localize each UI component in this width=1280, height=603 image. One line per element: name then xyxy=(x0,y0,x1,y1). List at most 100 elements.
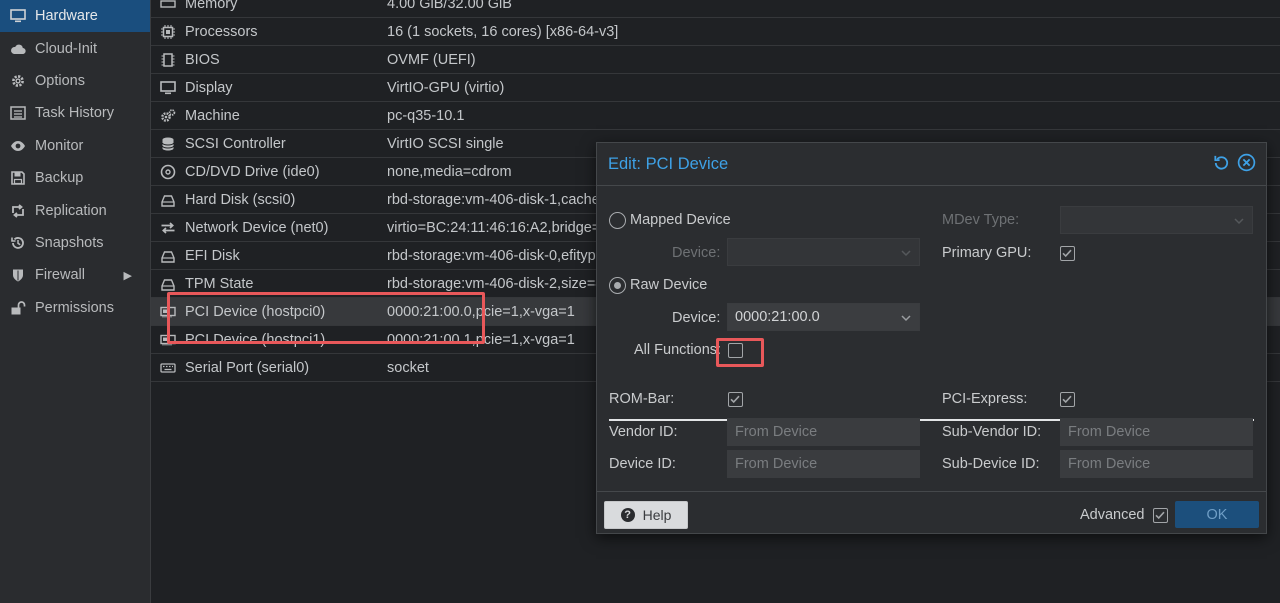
device-id-label: Device ID: xyxy=(609,456,676,472)
vendor-id-input[interactable]: From Device xyxy=(727,418,920,446)
ok-button[interactable]: OK xyxy=(1175,501,1259,528)
dialog-tools xyxy=(1212,153,1256,176)
mdev-type-label: MDev Type: xyxy=(942,212,1020,228)
sidebar-item-monitor[interactable]: Monitor xyxy=(0,130,150,162)
sidebar-item-options[interactable]: Options xyxy=(0,65,150,97)
monitor-icon xyxy=(9,8,27,24)
mapped-device-select[interactable] xyxy=(727,238,920,266)
floppy-icon xyxy=(9,170,27,186)
sidebar-item-label: Replication xyxy=(35,202,107,219)
hardware-row-name: BIOS xyxy=(185,51,220,68)
harddisk-icon xyxy=(151,192,185,208)
retweet-icon xyxy=(9,203,27,219)
cpu-icon xyxy=(151,24,185,40)
hardware-row-name: Machine xyxy=(185,107,240,124)
help-button-label: Help xyxy=(642,507,672,523)
sidebar-item-cloud-init[interactable]: Cloud-Init xyxy=(0,32,150,64)
hardware-row-name: Processors xyxy=(185,23,258,40)
vendor-id-label: Vendor ID: xyxy=(609,424,678,440)
hardware-row-name: SCSI Controller xyxy=(185,135,286,152)
eye-icon xyxy=(9,138,27,154)
sidebar-item-label: Permissions xyxy=(35,299,114,316)
hardware-row-bios[interactable]: BIOS OVMF (UEFI) xyxy=(151,46,1280,74)
hardware-row-value: OVMF (UEFI) xyxy=(387,51,476,68)
sidebar-item-firewall[interactable]: Firewall ▶ xyxy=(0,259,150,291)
hardware-row-name: Memory xyxy=(185,0,238,12)
sidebar-item-permissions[interactable]: Permissions xyxy=(0,292,150,324)
sidebar-item-label: Task History xyxy=(35,105,114,122)
reset-icon[interactable] xyxy=(1212,153,1231,176)
hardware-row-value: socket xyxy=(387,359,429,376)
sidebar-item-backup[interactable]: Backup xyxy=(0,162,150,194)
primary-gpu-label: Primary GPU: xyxy=(942,245,1032,261)
disc-icon xyxy=(151,164,185,180)
question-icon: ? xyxy=(620,508,635,522)
help-button[interactable]: ? Help xyxy=(604,501,688,529)
sub-vendor-id-label: Sub-Vendor ID: xyxy=(942,424,1042,440)
all-functions-highlight xyxy=(716,338,764,367)
sub-device-id-label: Sub-Device ID: xyxy=(942,456,1040,472)
list-icon xyxy=(9,105,27,121)
raw-device-select[interactable]: 0000:21:00.0 xyxy=(727,303,920,331)
keyboard-icon xyxy=(151,360,185,376)
sidebar-item-label: Cloud-Init xyxy=(35,40,98,57)
sub-device-id-placeholder: From Device xyxy=(1068,456,1151,472)
all-functions-label: All Functions: xyxy=(634,342,722,358)
sidebar-item-label: Backup xyxy=(35,170,84,187)
pci-devices-highlight xyxy=(167,292,485,344)
dialog-title: Edit: PCI Device xyxy=(608,154,729,173)
mdev-type-select[interactable] xyxy=(1060,206,1253,234)
cogs-icon xyxy=(151,108,185,124)
pci-express-checkbox[interactable] xyxy=(1060,392,1075,407)
vendor-id-placeholder: From Device xyxy=(735,424,818,440)
harddisk-icon xyxy=(151,276,185,292)
hardware-row-processors[interactable]: Processors 16 (1 sockets, 16 cores) [x86… xyxy=(151,18,1280,46)
rom-bar-checkbox[interactable] xyxy=(728,392,743,407)
device-id-input[interactable]: From Device xyxy=(727,450,920,478)
submenu-arrow-icon: ▶ xyxy=(123,269,132,282)
rom-bar-label: ROM-Bar: xyxy=(609,391,675,407)
chip-icon xyxy=(151,52,185,68)
sub-device-id-input[interactable]: From Device xyxy=(1060,450,1253,478)
dialog-header: Edit: PCI Device xyxy=(597,143,1266,185)
harddisk-icon xyxy=(151,248,185,264)
hardware-row-value: 4.00 GiB/32.00 GiB xyxy=(387,0,512,12)
edit-pci-device-dialog: Edit: PCI Device Mapped Device Device: M… xyxy=(596,142,1267,534)
hardware-row-value: none,media=cdrom xyxy=(387,163,512,180)
hardware-row-memory[interactable]: Memory 4.00 GiB/32.00 GiB xyxy=(151,0,1280,18)
dialog-footer: ? Help Advanced OK xyxy=(597,493,1266,533)
hardware-row-machine[interactable]: Machine pc-q35-10.1 xyxy=(151,102,1280,130)
sidebar-item-label: Hardware xyxy=(35,8,98,25)
close-icon[interactable] xyxy=(1237,153,1256,176)
hardware-row-name: CD/DVD Drive (ide0) xyxy=(185,163,320,180)
hardware-row-display[interactable]: Display VirtIO-GPU (virtio) xyxy=(151,74,1280,102)
hardware-row-name: TPM State xyxy=(185,275,254,292)
hardware-row-value: pc-q35-10.1 xyxy=(387,107,465,124)
raw-device-radio[interactable] xyxy=(609,277,626,294)
desktop-icon xyxy=(151,80,185,96)
exchange-icon xyxy=(151,220,185,236)
shield-icon xyxy=(9,267,27,283)
sidebar-item-snapshots[interactable]: Snapshots xyxy=(0,227,150,259)
database-icon xyxy=(151,136,185,152)
raw-device-field-label: Device: xyxy=(672,310,721,326)
hardware-row-name: Hard Disk (scsi0) xyxy=(185,191,296,208)
primary-gpu-checkbox[interactable] xyxy=(1060,246,1075,261)
sidebar-item-hardware[interactable]: Hardware xyxy=(0,0,150,33)
mapped-device-radio[interactable] xyxy=(609,212,626,229)
mapped-device-field-label: Device: xyxy=(672,245,721,261)
hardware-row-name: EFI Disk xyxy=(185,247,240,264)
pci-express-label: PCI-Express: xyxy=(942,391,1028,407)
sidebar-item-task-history[interactable]: Task History xyxy=(0,97,150,129)
hardware-row-name: Display xyxy=(185,79,233,96)
hardware-row-value: VirtIO SCSI single xyxy=(387,135,504,152)
sidebar-item-replication[interactable]: Replication xyxy=(0,194,150,226)
unlock-icon xyxy=(9,300,27,316)
advanced-checkbox[interactable] xyxy=(1153,508,1168,523)
cloud-icon xyxy=(9,41,27,57)
sub-vendor-id-input[interactable]: From Device xyxy=(1060,418,1253,446)
sidebar-item-label: Snapshots xyxy=(35,234,104,251)
ok-button-label: OK xyxy=(1206,506,1228,523)
dialog-body: Mapped Device Device: MDev Type: Primary… xyxy=(597,185,1266,492)
sidebar-item-label: Options xyxy=(35,72,85,89)
